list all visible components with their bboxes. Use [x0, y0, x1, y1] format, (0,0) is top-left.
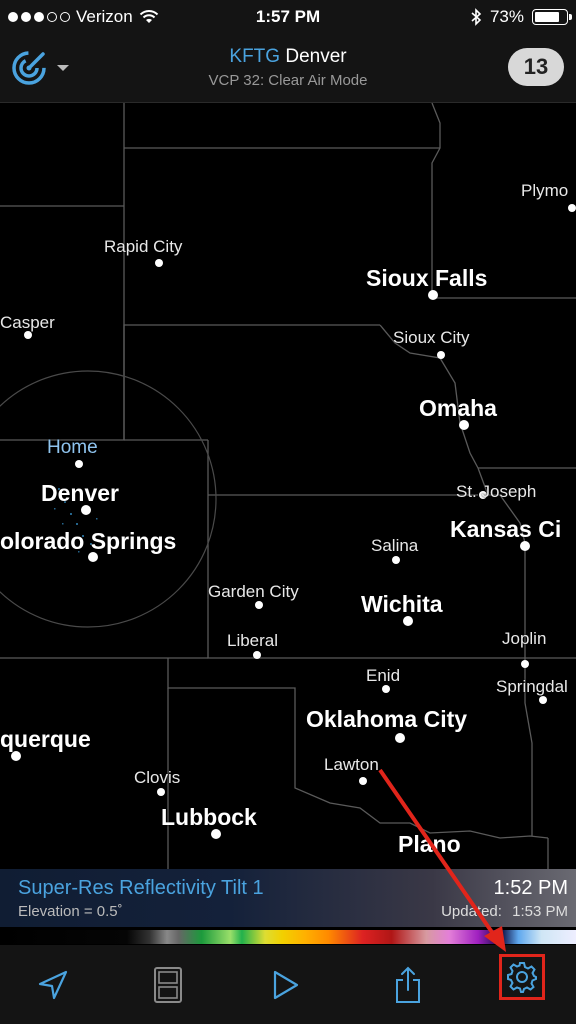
wifi-icon	[139, 10, 158, 23]
city-label: Omaha	[419, 395, 497, 421]
updated-time: 1:53 PM	[512, 903, 568, 920]
play-button[interactable]	[263, 963, 309, 1007]
signal-strength-icon	[8, 12, 70, 22]
carrier-name: Verizon	[76, 7, 133, 26]
city-label: Casper	[0, 313, 55, 332]
city-label: Liberal	[227, 631, 279, 650]
gear-icon	[507, 962, 537, 993]
product-name: Super-Res Reflectivity Tilt 1	[18, 877, 264, 899]
city-label: Oklahoma City	[306, 706, 468, 732]
bluetooth-icon	[471, 8, 482, 26]
updated-info: Updated: 1:53 PM	[441, 903, 568, 920]
share-icon	[396, 966, 420, 1003]
city-label: Garden City	[208, 582, 299, 601]
station-city: Denver	[285, 46, 347, 67]
layout-icon	[154, 967, 182, 1003]
location-arrow-icon	[38, 970, 68, 1000]
city-dot	[392, 556, 400, 564]
city-label: Plymo	[521, 181, 569, 200]
radar-map[interactable]: Plymo Rapid City Sioux Falls Casper Siou…	[0, 103, 576, 869]
carrier-info: Verizon	[8, 7, 159, 27]
bottom-toolbar	[0, 945, 576, 1024]
elevation-label: Elevation = 0.5˚	[18, 903, 123, 920]
city-dot	[382, 685, 390, 693]
city-label: Springdal	[496, 677, 568, 696]
city-label: querque	[0, 726, 91, 752]
city-label: Denver	[41, 480, 119, 506]
nav-bar: KFTG Denver VCP 32: Clear Air Mode 13	[0, 34, 576, 103]
reflectivity-color-legend	[0, 927, 576, 945]
city-label: Wichita	[361, 591, 443, 617]
city-label: Lubbock	[161, 804, 257, 830]
city-label: Rapid City	[104, 237, 183, 256]
city-label: Sioux Falls	[366, 265, 488, 291]
station-code: KFTG	[229, 46, 281, 67]
scan-time: 1:52 PM	[493, 877, 568, 899]
battery-percent: 73%	[489, 7, 524, 26]
city-dot	[155, 259, 163, 267]
city-dot	[359, 777, 367, 785]
location-button[interactable]	[30, 963, 76, 1007]
radar-mode: VCP 32: Clear Air Mode	[208, 72, 368, 89]
alert-count-badge[interactable]: 13	[508, 48, 564, 86]
city-dot	[255, 601, 263, 609]
city-label: Sioux City	[393, 328, 470, 347]
city-dot	[521, 660, 529, 668]
share-button[interactable]	[385, 963, 431, 1007]
city-label: Clovis	[134, 768, 181, 787]
settings-button[interactable]	[499, 955, 545, 999]
play-icon	[273, 970, 299, 1000]
city-label: Joplin	[502, 629, 547, 648]
battery-icon	[532, 9, 572, 25]
city-label: St. Joseph	[456, 482, 537, 501]
city-label: olorado Springs	[0, 528, 177, 554]
city-label: Lawton	[324, 755, 379, 774]
city-label: Salina	[371, 536, 419, 555]
city-label: Enid	[366, 666, 401, 685]
city-dot	[437, 351, 445, 359]
product-info-panel[interactable]: Super-Res Reflectivity Tilt 1 Elevation …	[0, 869, 576, 927]
status-right: 73%	[470, 7, 572, 27]
city-dot	[253, 651, 261, 659]
layout-button[interactable]	[145, 963, 191, 1007]
city-dot	[568, 204, 576, 212]
city-label: Plano	[398, 831, 461, 857]
station-title: KFTG Denver	[0, 46, 576, 68]
city-dot	[539, 696, 547, 704]
updated-label: Updated:	[441, 903, 502, 920]
city-label: Home	[47, 437, 98, 458]
city-dot	[75, 460, 83, 468]
city-dot	[395, 733, 405, 743]
city-label: Kansas Ci	[450, 516, 562, 542]
color-scale-strip	[0, 930, 576, 944]
city-dot	[157, 788, 165, 796]
status-bar: Verizon 1:57 PM 73%	[0, 0, 576, 34]
